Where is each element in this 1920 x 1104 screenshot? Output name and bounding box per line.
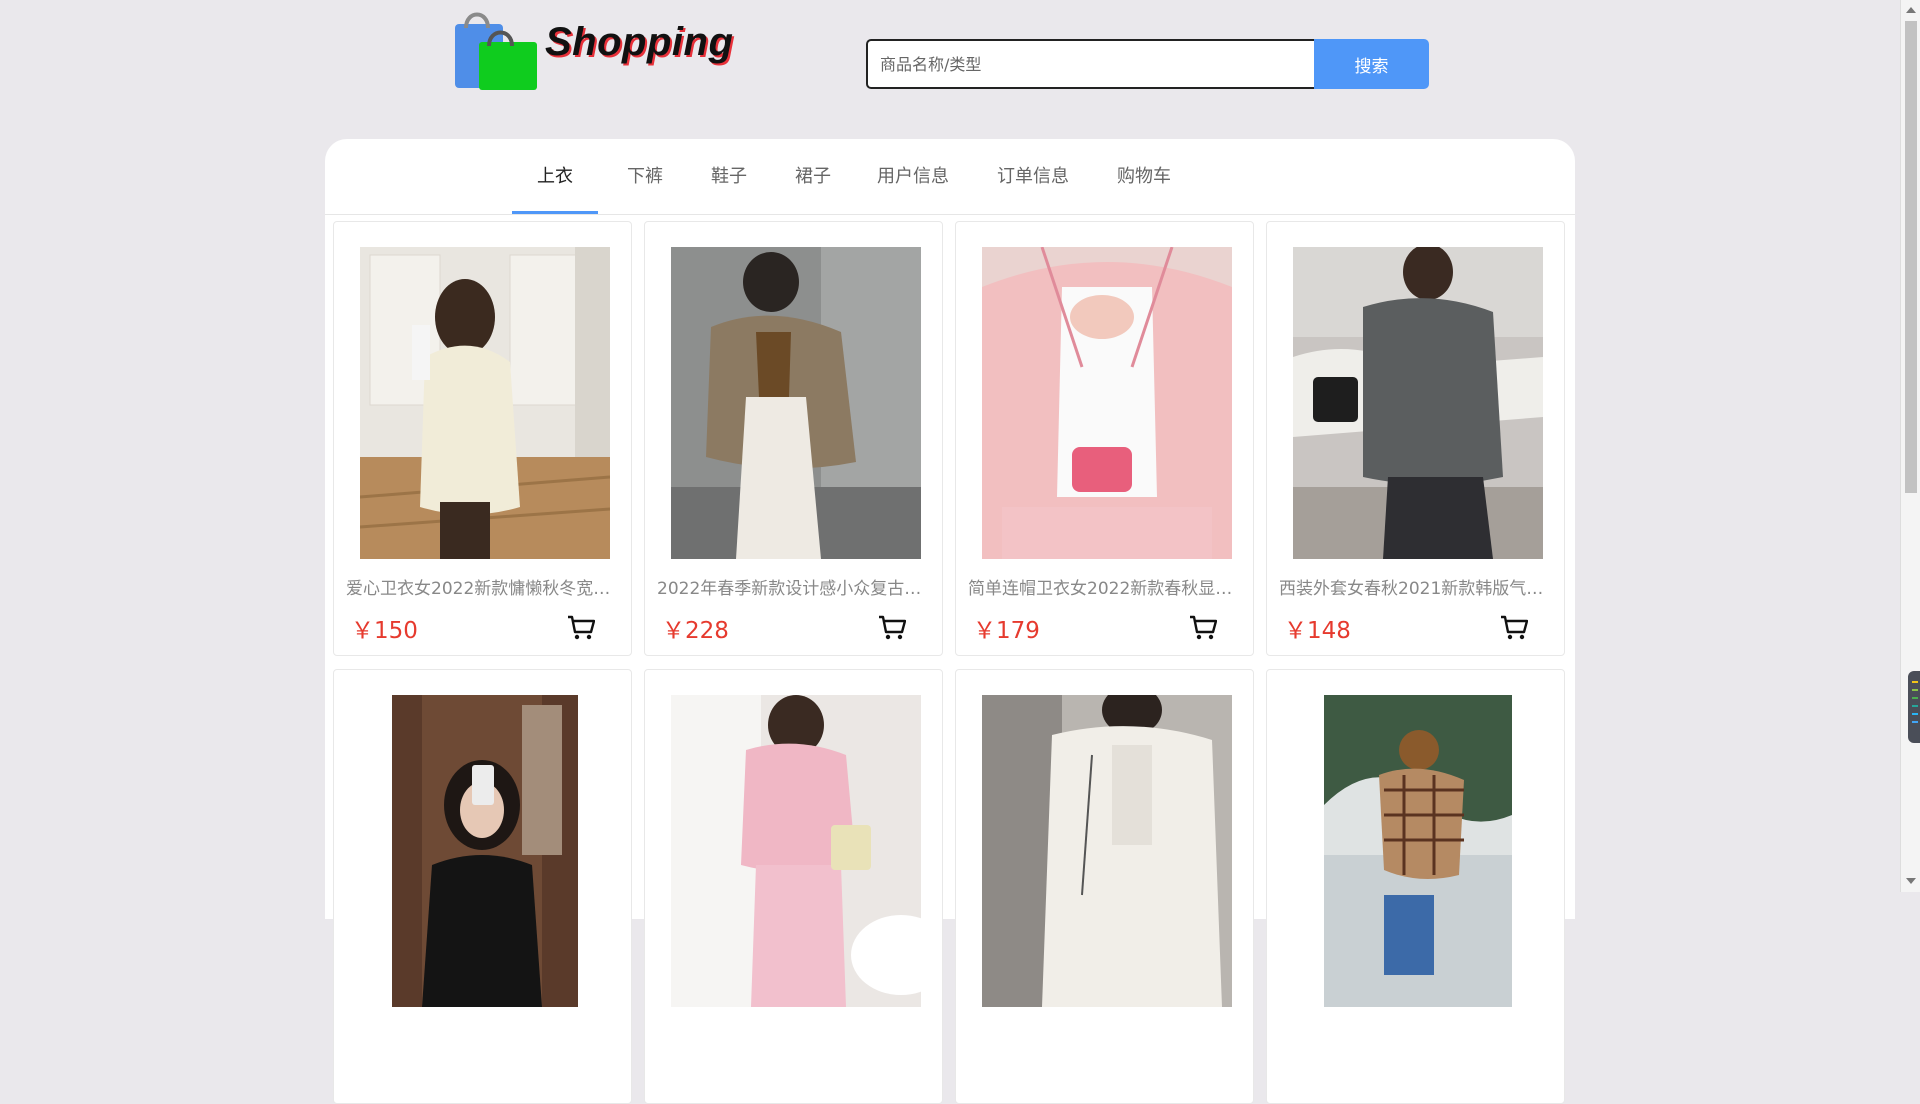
tab-cart[interactable]: 购物车 (1106, 139, 1182, 213)
active-tab-indicator (512, 211, 598, 214)
product-card[interactable]: 2022年春季新款设计感小众复古格... ￥228 (644, 221, 943, 656)
cart-icon[interactable] (1500, 615, 1529, 641)
product-image[interactable] (1293, 247, 1543, 559)
search-bar: 搜索 (866, 39, 1429, 89)
cart-icon[interactable] (1189, 615, 1218, 641)
product-price: ￥228 (662, 618, 729, 644)
main-panel: 上衣 下裤 鞋子 裙子 用户信息 订单信息 购物车 爱心卫衣女2022新款慵懒秋… (325, 139, 1575, 1104)
product-price: ￥148 (1284, 618, 1351, 644)
product-image[interactable] (392, 695, 578, 1007)
product-image[interactable] (1324, 695, 1512, 1007)
shopping-bag-logo (454, 6, 539, 91)
product-image[interactable] (982, 247, 1232, 559)
product-image[interactable] (360, 247, 610, 559)
product-price: ￥150 (351, 618, 418, 644)
product-card[interactable] (644, 669, 943, 1104)
product-card[interactable] (955, 669, 1254, 1104)
tab-skirts[interactable]: 裙子 (780, 139, 846, 213)
product-card[interactable] (1266, 669, 1565, 1104)
side-floating-widget[interactable] (1908, 671, 1920, 743)
product-card[interactable]: 西装外套女春秋2021新款韩版气质... ￥148 (1266, 221, 1565, 656)
category-tabs: 上衣 下裤 鞋子 裙子 用户信息 订单信息 购物车 (325, 139, 1575, 215)
search-input[interactable] (866, 39, 1314, 89)
tab-shoes[interactable]: 鞋子 (696, 139, 762, 213)
page-scrollbar[interactable] (1900, 0, 1920, 892)
tab-pants[interactable]: 下裤 (612, 139, 678, 213)
product-title[interactable]: 爱心卫衣女2022新款慵懒秋冬宽松... (346, 574, 618, 599)
tab-user-info[interactable]: 用户信息 (868, 139, 958, 213)
scroll-down-arrow-icon[interactable] (1906, 878, 1916, 884)
product-image[interactable] (671, 247, 921, 559)
product-card[interactable]: 爱心卫衣女2022新款慵懒秋冬宽松... ￥150 (333, 221, 632, 656)
cart-icon[interactable] (878, 615, 907, 641)
scroll-thumb[interactable] (1905, 21, 1917, 493)
product-card[interactable]: 简单连帽卫衣女2022新款春秋显瘦... ￥179 (955, 221, 1254, 656)
scroll-up-arrow-icon[interactable] (1906, 7, 1916, 13)
product-price: ￥179 (973, 618, 1040, 644)
product-image[interactable] (982, 695, 1232, 1007)
product-title[interactable]: 简单连帽卫衣女2022新款春秋显瘦... (968, 574, 1240, 599)
product-title[interactable]: 西装外套女春秋2021新款韩版气质... (1279, 574, 1551, 599)
tab-order-info[interactable]: 订单信息 (988, 139, 1078, 213)
brand-title: Shopping (545, 20, 734, 64)
product-card[interactable] (333, 669, 632, 1104)
cart-icon[interactable] (567, 615, 596, 641)
product-image[interactable] (671, 695, 921, 1007)
tab-tops[interactable]: 上衣 (512, 139, 598, 213)
search-button[interactable]: 搜索 (1314, 39, 1429, 89)
product-title[interactable]: 2022年春季新款设计感小众复古格... (657, 574, 929, 599)
